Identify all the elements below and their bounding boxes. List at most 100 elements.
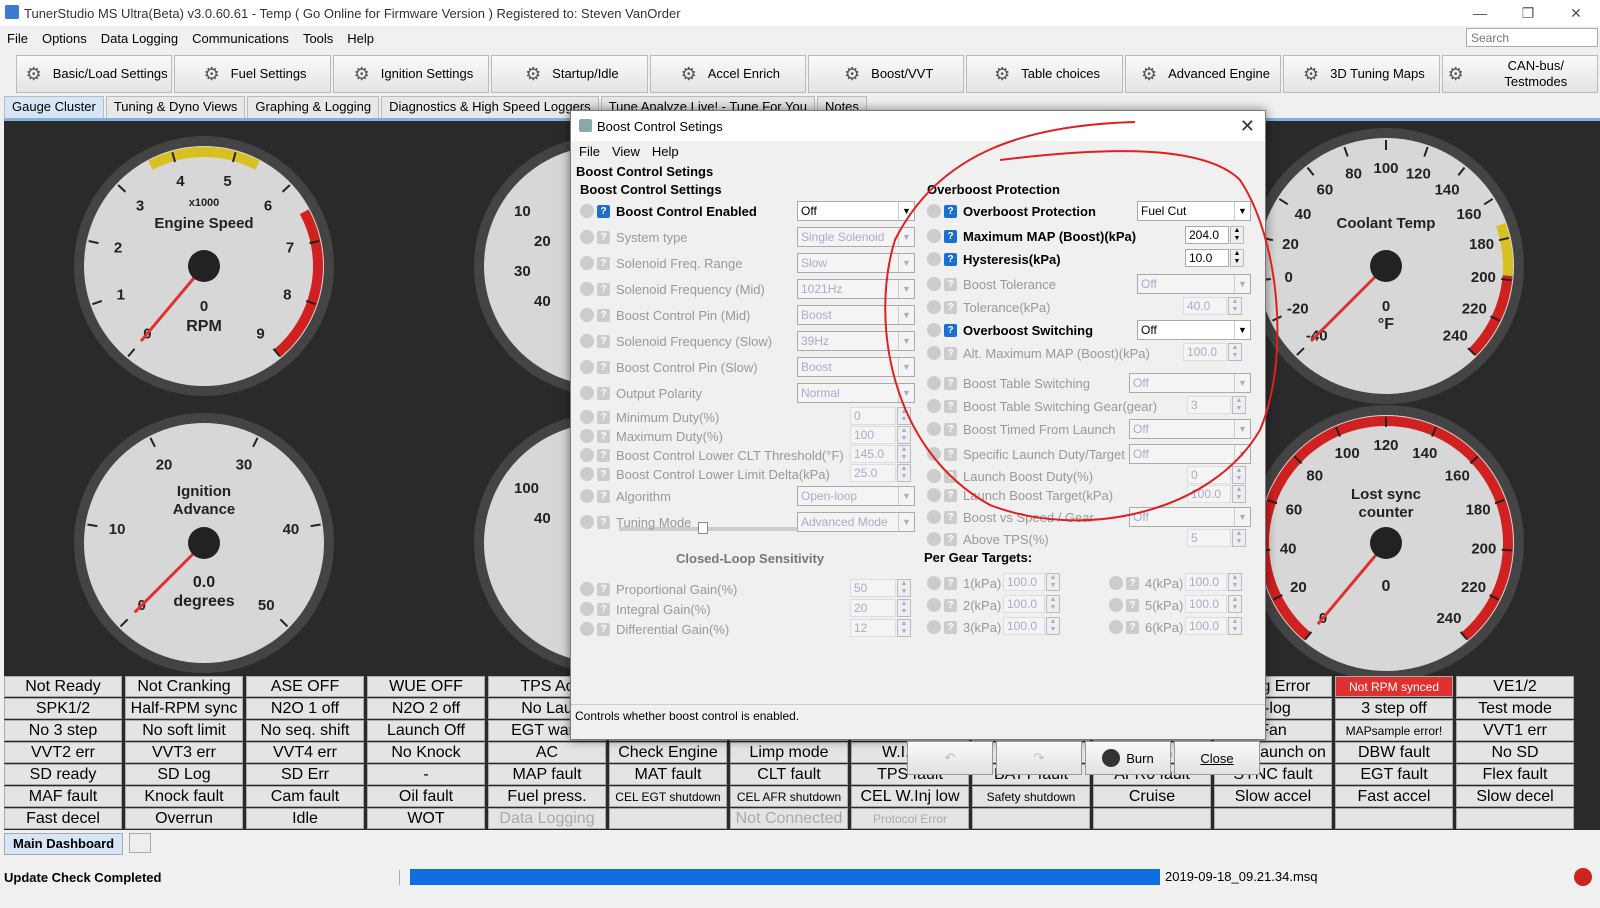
help-icon[interactable]: ? [597,360,610,374]
toggle-icon[interactable] [580,622,594,636]
setting-spinner[interactable]: 0 ▲ ▼ [850,407,911,425]
setting-dropdown[interactable]: Fuel Cut ▼ [1137,201,1251,221]
toggle-icon[interactable] [927,252,941,266]
help-icon[interactable]: ? [944,620,957,634]
spinner-arrows-icon[interactable]: ▲ ▼ [1232,485,1246,503]
setting-spinner[interactable]: 0 ▲ ▼ [1187,466,1246,484]
setting-spinner[interactable]: 145.0 ▲ ▼ [850,445,911,463]
setting-dropdown[interactable]: Boost ▼ [797,305,915,325]
help-icon[interactable]: ? [944,252,957,266]
gear-target-spinner[interactable]: 100.0 ▲ ▼ [1003,617,1060,635]
dialog-menu-help[interactable]: Help [646,144,685,159]
setting-dropdown[interactable]: Open-loop ▼ [797,486,915,506]
help-icon[interactable]: ? [944,422,957,436]
spinner-arrows-icon[interactable]: ▲ ▼ [1046,595,1060,613]
setting-dropdown[interactable]: Off ▼ [1129,444,1251,464]
setting-dropdown[interactable]: Off ▼ [1129,419,1251,439]
help-icon[interactable]: ? [1126,576,1139,590]
setting-dropdown[interactable]: Normal ▼ [797,383,915,403]
toggle-icon[interactable] [580,429,594,443]
toggle-icon[interactable] [580,467,594,481]
help-icon[interactable]: ? [944,532,957,546]
menu-file[interactable]: File [0,31,35,46]
help-icon[interactable]: ? [944,277,957,291]
help-icon[interactable]: ? [597,204,610,218]
help-icon[interactable]: ? [1126,620,1139,634]
help-icon[interactable]: ? [944,300,957,314]
help-icon[interactable]: ? [597,230,610,244]
toggle-icon[interactable] [580,602,594,616]
slider-thumb[interactable] [697,522,708,534]
setting-spinner[interactable]: 20 ▲ ▼ [850,599,911,617]
spinner-arrows-icon[interactable]: ▲ ▼ [1228,343,1242,361]
toggle-icon[interactable] [927,399,941,413]
toggle-icon[interactable] [580,334,594,348]
chevron-down-icon[interactable]: ▼ [898,358,914,376]
toggle-icon[interactable] [580,410,594,424]
toggle-icon[interactable] [1109,620,1123,634]
undo-button[interactable]: ↶ [907,741,993,775]
help-icon[interactable]: ? [597,282,610,296]
minimize-button[interactable]: — [1456,0,1504,26]
help-icon[interactable]: ? [597,386,610,400]
chevron-down-icon[interactable]: ▼ [1234,374,1250,392]
chevron-down-icon[interactable]: ▼ [898,228,914,246]
toggle-icon[interactable] [927,300,941,314]
toolbar-button-0[interactable]: ⚙ Basic/Load Settings [16,55,173,93]
spinner-arrows-icon[interactable]: ▲ ▼ [1230,249,1244,267]
spinner-arrows-icon[interactable]: ▲ ▼ [1228,573,1242,591]
spinner-arrows-icon[interactable]: ▲ ▼ [1232,466,1246,484]
help-icon[interactable]: ? [944,576,957,590]
toggle-icon[interactable] [580,282,594,296]
spinner-arrows-icon[interactable]: ▲ ▼ [897,407,911,425]
chevron-down-icon[interactable]: ▼ [898,306,914,324]
gear-target-spinner[interactable]: 100.0 ▲ ▼ [1003,573,1060,591]
close-dialog-button[interactable]: Close [1174,741,1260,775]
spinner-arrows-icon[interactable]: ▲ ▼ [1228,617,1242,635]
menu-help[interactable]: Help [340,31,381,46]
toggle-icon[interactable] [580,489,594,503]
help-icon[interactable]: ? [597,515,610,529]
toolbar-button-4[interactable]: ⚙ Accel Enrich [649,55,807,93]
toggle-icon[interactable] [580,515,594,529]
toggle-icon[interactable] [927,598,941,612]
menu-options[interactable]: Options [35,31,94,46]
toolbar-button-5[interactable]: ⚙ Boost/VVT [808,55,965,93]
setting-spinner[interactable]: 100.0 ▲ ▼ [1187,485,1246,503]
help-icon[interactable]: ? [944,229,957,243]
setting-dropdown[interactable]: 39Hz ▼ [797,331,915,351]
spinner-arrows-icon[interactable]: ▲ ▼ [1046,617,1060,635]
tab-graphing-logging[interactable]: Graphing & Logging [247,96,380,118]
toggle-icon[interactable] [927,229,941,243]
gear-target-spinner[interactable]: 100.0 ▲ ▼ [1185,595,1242,613]
help-icon[interactable]: ? [944,346,957,360]
toggle-icon[interactable] [1109,598,1123,612]
toggle-icon[interactable] [580,386,594,400]
spinner-arrows-icon[interactable]: ▲ ▼ [1230,226,1244,244]
help-icon[interactable]: ? [944,204,957,218]
dialog-menu-file[interactable]: File [573,144,606,159]
chevron-down-icon[interactable]: ▼ [898,487,914,505]
burn-button[interactable]: Burn [1085,741,1171,775]
chevron-down-icon[interactable]: ▼ [1234,420,1250,438]
setting-dropdown[interactable]: Off ▼ [1137,320,1251,340]
setting-spinner[interactable]: 50 ▲ ▼ [850,579,911,597]
help-icon[interactable]: ? [597,334,610,348]
help-icon[interactable]: ? [944,399,957,413]
spinner-arrows-icon[interactable]: ▲ ▼ [897,464,911,482]
toolbar-button-7[interactable]: ⚙ Advanced Engine [1124,55,1282,93]
toggle-icon[interactable] [927,510,941,524]
tab-tuning-dyno-views[interactable]: Tuning & Dyno Views [105,96,246,118]
menu-tools[interactable]: Tools [296,31,340,46]
help-icon[interactable]: ? [597,622,610,636]
chevron-down-icon[interactable]: ▼ [898,513,914,531]
spinner-arrows-icon[interactable]: ▲ ▼ [1232,396,1246,414]
chevron-down-icon[interactable]: ▼ [1234,508,1250,526]
help-icon[interactable]: ? [944,376,957,390]
help-icon[interactable]: ? [597,410,610,424]
spinner-arrows-icon[interactable]: ▲ ▼ [1228,297,1242,315]
toggle-icon[interactable] [927,469,941,483]
toggle-icon[interactable] [927,576,941,590]
spinner-arrows-icon[interactable]: ▲ ▼ [1228,595,1242,613]
help-icon[interactable]: ? [597,429,610,443]
